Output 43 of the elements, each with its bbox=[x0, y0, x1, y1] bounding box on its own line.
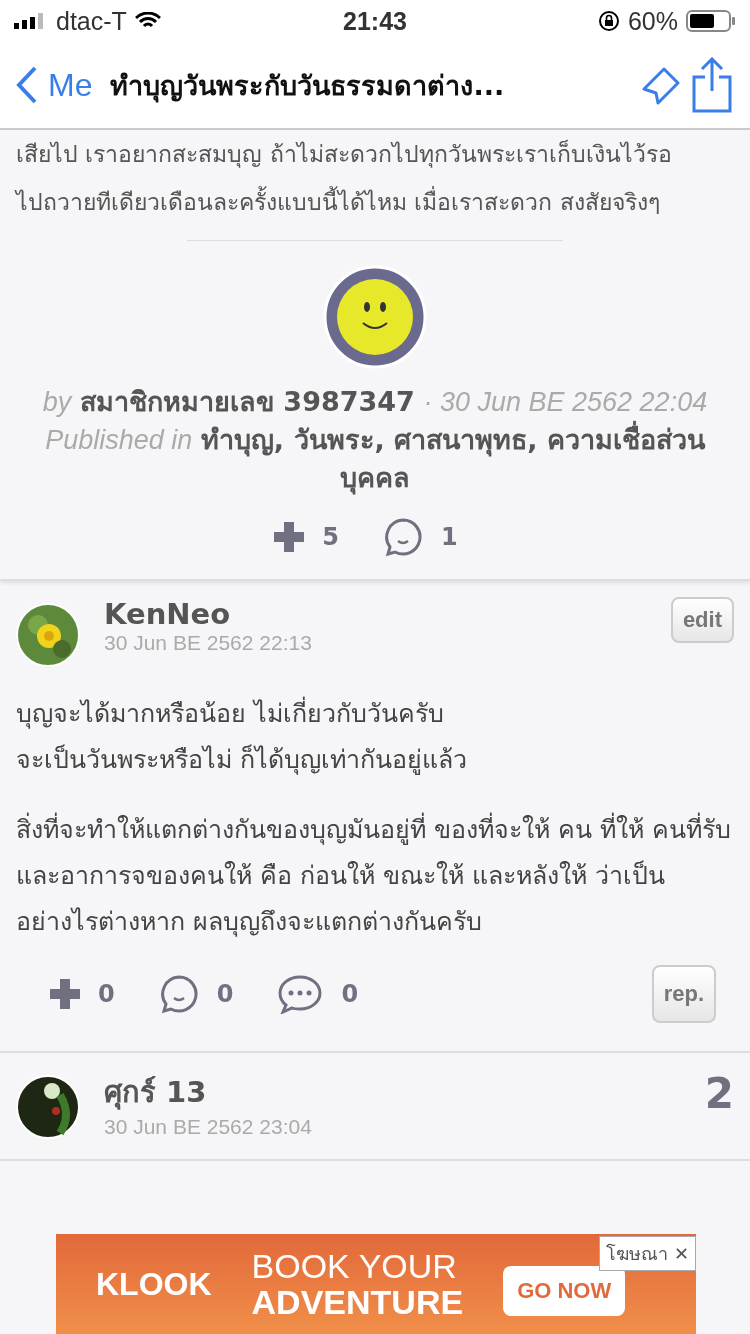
discussion-count: 0 bbox=[341, 980, 359, 1008]
brand-logo: KLOOK bbox=[96, 1265, 212, 1303]
page-title: ทำบุญวันพระกับวันธรรมดาต่าง... bbox=[110, 68, 506, 105]
plus-count: 0 bbox=[98, 980, 115, 1008]
plus-icon[interactable] bbox=[274, 522, 305, 552]
close-button[interactable]: ✕ bbox=[674, 1242, 689, 1265]
comment-number: 2 bbox=[704, 1069, 734, 1118]
ad-headline: ADVENTURE bbox=[251, 1284, 464, 1320]
tags-line: Published in ทำบุญ, วันพระ, ศาสนาพุทธ, ความเชื่อส่วนบุคคล bbox=[0, 421, 750, 497]
comment-date: 30 Jun BE 2562 22:13 bbox=[104, 631, 313, 655]
share-icon[interactable] bbox=[692, 57, 732, 113]
ad-headline: BOOK YOUR bbox=[251, 1248, 458, 1284]
author-line: by สมาชิกหมายเลข 3987347 · 30 Jun BE 2562 22:04 bbox=[41, 385, 709, 419]
bookmark-icon[interactable] bbox=[640, 65, 682, 105]
comment-date: 30 Jun BE 2562 23:04 bbox=[104, 1115, 313, 1139]
post-text: ไปถวายทีเดียวเดือนละครั้งแบบนี้ได้ไหม เมื่อเราสะดวก สงสัยจริงๆ bbox=[0, 178, 750, 226]
clock-time: 21:43 bbox=[343, 6, 407, 36]
avatar-photo bbox=[16, 603, 80, 667]
post-text: เสียไป เราอยากสะสมบุญ ถ้าไม่สะดวกไปทุกวันพระเราเก็บเงินไว้รอ bbox=[15, 138, 673, 170]
edit-button[interactable]: edit bbox=[670, 597, 734, 643]
plus-icon[interactable] bbox=[50, 979, 80, 1009]
ad-banner[interactable]: โฆษณา ✕ KLOOK BOOK YOUR ADVENTURE GO NOW bbox=[56, 1234, 696, 1334]
avatar-photo bbox=[16, 1075, 80, 1139]
plus-count: 5 bbox=[322, 523, 339, 551]
comment-icon[interactable] bbox=[383, 517, 423, 557]
comment-icon[interactable] bbox=[158, 974, 199, 1014]
commenter-name: ศุกร์ 13 bbox=[104, 1074, 208, 1112]
wifi-icon bbox=[134, 12, 161, 30]
comment-text: สิ่งที่จะทำให้แตกต่างกันของบุญมันอยู่ที่ ของที่จะให้ คน ที่ให้ คนที่รับ และอาการจของคนให้ คือ ก่อนให้ ขณะให้ และหลังให้ ว่าเป็นอย่างไรต่างหาก ผลบุญถึงจะแตกต่างกันครับ bbox=[16, 807, 734, 945]
reply-count: 0 bbox=[216, 980, 234, 1008]
carrier-name: dtac-T bbox=[56, 6, 127, 36]
go-now-button[interactable]: GO NOW bbox=[503, 1266, 626, 1316]
back-button[interactable]: Me bbox=[16, 66, 93, 104]
battery-percent: 60% bbox=[627, 6, 678, 36]
reply-button[interactable]: rep. bbox=[651, 965, 716, 1023]
commenter-name: KenNeo bbox=[104, 597, 232, 631]
battery-icon bbox=[686, 10, 736, 32]
rotation-lock-icon bbox=[597, 10, 620, 32]
speech-dots-icon[interactable] bbox=[277, 974, 324, 1014]
back-chevron-icon bbox=[16, 66, 38, 104]
comment-text: บุญจะได้มากหรือน้อย ไม่เกี่ยวกับวันครับ จะเป็นวันพระหรือไม่ ก็ได้บุญเท่ากันอยู่แล้ว bbox=[16, 691, 734, 783]
ad-label-text: โฆษณา bbox=[606, 1242, 668, 1266]
comment-count: 1 bbox=[441, 523, 458, 551]
